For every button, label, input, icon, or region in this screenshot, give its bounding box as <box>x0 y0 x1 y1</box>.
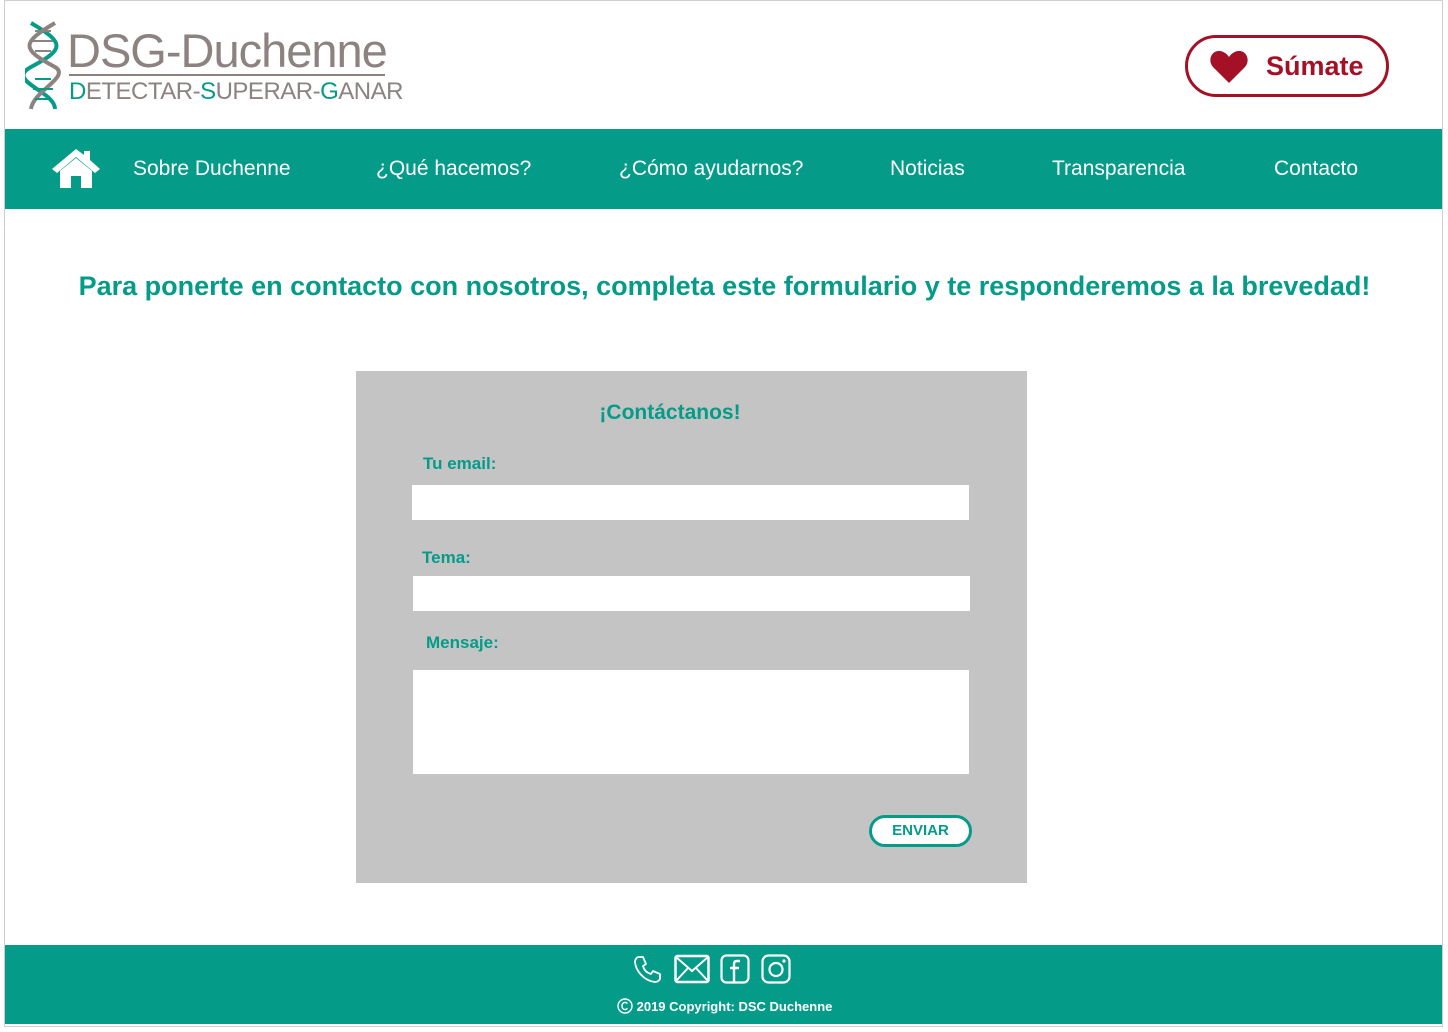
footer: 2019 Copyright: DSC Duchenne <box>5 945 1442 1024</box>
message-label: Mensaje: <box>426 633 499 652</box>
facebook-icon[interactable] <box>720 954 750 984</box>
join-button[interactable]: Súmate <box>1185 35 1389 97</box>
page-frame: DSG-Duchenne DETECTAR-SUPERAR-GANAR Súma… <box>4 0 1443 1027</box>
nav-item-sobre-duchenne[interactable]: Sobre Duchenne <box>133 157 291 181</box>
nav-item-que-hacemos[interactable]: ¿Qué hacemos? <box>376 157 531 181</box>
email-label: Tu email: <box>423 454 497 473</box>
logo[interactable]: DSG-Duchenne DETECTAR-SUPERAR-GANAR <box>25 21 403 111</box>
copyright-text: 2019 Copyright: DSC Duchenne <box>636 999 833 1014</box>
home-icon[interactable] <box>50 147 102 189</box>
instagram-icon[interactable] <box>761 954 791 984</box>
phone-icon[interactable] <box>633 954 663 984</box>
logo-tagline: DETECTAR-SUPERAR-GANAR <box>69 78 403 105</box>
nav-item-transparencia[interactable]: Transparencia <box>1052 157 1185 181</box>
intro-text: Para ponerte en contacto con nosotros, c… <box>78 271 1371 301</box>
logo-name: DSG-Duchenne <box>67 24 388 77</box>
heart-icon <box>1210 50 1248 83</box>
form-title: ¡Contáctanos! <box>599 401 741 424</box>
nav-item-contacto[interactable]: Contacto <box>1274 157 1358 181</box>
submit-button[interactable]: ENVIAR <box>869 815 972 847</box>
email-field[interactable] <box>412 485 969 520</box>
nav-item-como-ayudarnos[interactable]: ¿Cómo ayudarnos? <box>619 157 803 181</box>
logo-divider <box>69 74 385 76</box>
contact-form: ¡Contáctanos! Tu email: Tema: Mensaje: E… <box>356 371 1027 883</box>
nav-item-noticias[interactable]: Noticias <box>890 157 965 181</box>
copyright: 2019 Copyright: DSC Duchenne <box>5 998 1442 1014</box>
subject-field[interactable] <box>413 576 970 611</box>
email-icon[interactable] <box>674 954 710 984</box>
message-field[interactable] <box>413 670 969 774</box>
join-button-label: Súmate <box>1266 51 1364 81</box>
main-nav: Sobre Duchenne ¿Qué hacemos? ¿Cómo ayuda… <box>5 129 1442 209</box>
dna-icon <box>25 21 61 110</box>
subject-label: Tema: <box>422 548 471 567</box>
copyright-icon <box>616 998 633 1014</box>
